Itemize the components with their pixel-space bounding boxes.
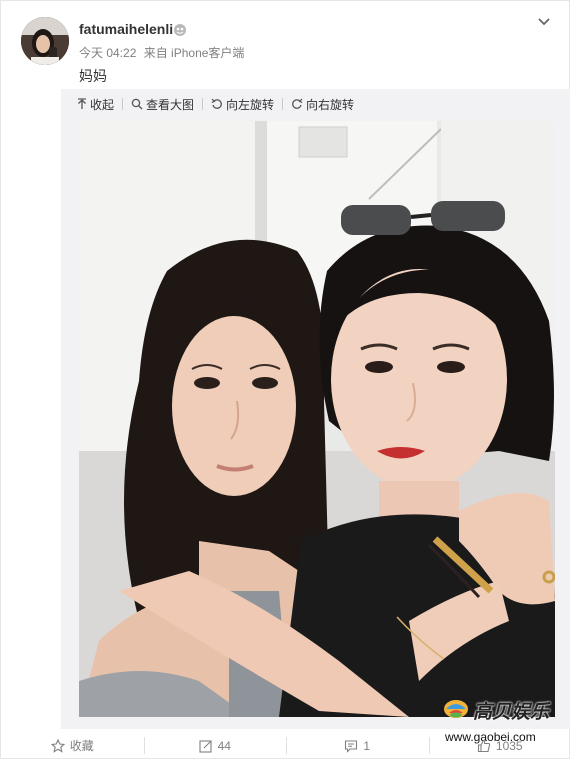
- vip-badge-icon: [174, 24, 186, 36]
- rotate-left-label: 向左旋转: [226, 97, 275, 112]
- like-icon: [477, 739, 491, 752]
- repost-icon: [199, 739, 212, 753]
- rotate-right-icon: [292, 98, 303, 109]
- post-meta: 今天 04:22 来自 iPhone客户端: [79, 44, 248, 61]
- toolbar-divider: [202, 98, 204, 110]
- avatar[interactable]: [21, 17, 69, 65]
- star-icon: [50, 738, 65, 753]
- rotate-right-label: 向右旋转: [306, 97, 355, 112]
- watermark-brand: 高贝娱乐: [473, 701, 550, 723]
- post-source: 来自 iPhone客户端: [143, 46, 245, 60]
- search-icon: [131, 98, 143, 110]
- collapse-button[interactable]: 收起: [77, 96, 114, 113]
- action-bar: 收藏 44 1 1035: [1, 731, 570, 759]
- comment-count: 1: [363, 738, 371, 753]
- toolbar-divider: [282, 98, 284, 110]
- media-toolbar: 收起 查看大图 向左旋转 向右旋转: [61, 89, 570, 119]
- favorite-label: 收藏: [69, 739, 94, 753]
- chevron-down-icon[interactable]: [537, 15, 551, 29]
- username[interactable]: fatumaihelenli: [79, 21, 173, 37]
- repost-count: 44: [217, 738, 231, 753]
- view-large-label: 查看大图: [146, 97, 195, 112]
- repost-button[interactable]: 44: [143, 731, 287, 759]
- comment-icon: [345, 739, 358, 753]
- post-text: 妈妈: [79, 68, 107, 84]
- like-button[interactable]: 1035: [428, 731, 570, 759]
- gaobei-logo-icon: [444, 700, 468, 718]
- collapse-label: 收起: [90, 97, 115, 112]
- rotate-left-button[interactable]: 向左旋转: [211, 96, 274, 113]
- view-large-button[interactable]: 查看大图: [131, 96, 194, 113]
- selfie-photo-image: [79, 121, 555, 717]
- post-time[interactable]: 今天 04:22: [79, 46, 136, 60]
- post-photo[interactable]: [79, 121, 555, 717]
- comment-button[interactable]: 1: [286, 731, 429, 759]
- rotate-left-icon: [211, 98, 222, 109]
- rotate-right-button[interactable]: 向右旋转: [291, 96, 354, 113]
- toolbar-divider: [122, 98, 124, 110]
- like-count: 1035: [495, 738, 523, 753]
- collapse-icon: [78, 98, 86, 109]
- favorite-button[interactable]: 收藏: [1, 731, 144, 759]
- weibo-post-card: fatumaihelenli 今天 04:22 来自 iPhone客户端 妈妈 …: [0, 0, 570, 759]
- media-panel: 收起 查看大图 向左旋转 向右旋转: [61, 89, 570, 729]
